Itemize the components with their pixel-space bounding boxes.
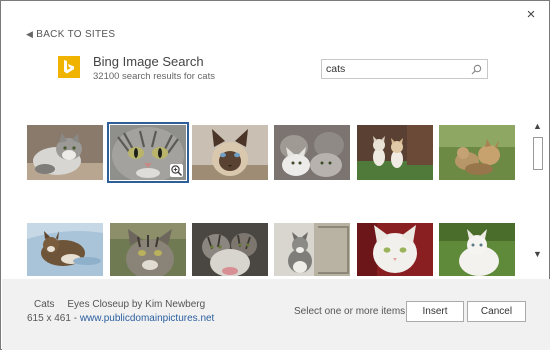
search-box[interactable] — [321, 59, 488, 79]
image-details-line1: Cats Eyes Closeup by Kim Newberg — [34, 299, 205, 310]
image-source-link[interactable]: www.publicdomainpictures.net — [80, 313, 215, 324]
result-thumbnail[interactable] — [274, 125, 350, 180]
back-label: BACK TO SITES — [36, 29, 116, 40]
details-separator: - — [70, 313, 80, 324]
image-label: Cats — [34, 299, 55, 310]
image-details-line2: 615 x 461 - www.publicdomainpictures.net — [27, 313, 214, 324]
scrollbar-thumb[interactable] — [533, 137, 543, 170]
result-thumbnail[interactable] — [27, 125, 103, 180]
provider-title: Bing Image Search — [93, 54, 204, 69]
result-thumbnail[interactable] — [439, 223, 515, 276]
result-thumbnail[interactable] — [357, 223, 433, 276]
search-icon[interactable] — [471, 64, 482, 75]
close-button[interactable]: × — [523, 7, 539, 23]
scroll-down-icon[interactable]: ▼ — [533, 249, 542, 259]
image-results-grid — [23, 113, 523, 276]
result-thumbnail[interactable] — [27, 223, 103, 276]
selection-status: Select one or more items. — [294, 306, 408, 317]
scroll-up-icon[interactable]: ▲ — [533, 121, 542, 131]
bing-logo-icon — [58, 56, 80, 78]
image-title: Eyes Closeup by Kim Newberg — [67, 299, 206, 310]
result-thumbnail[interactable] — [192, 125, 268, 180]
results-scrollbar[interactable]: ▲ ▼ — [531, 121, 545, 271]
back-to-sites-link[interactable]: ◀ BACK TO SITES — [26, 29, 115, 40]
result-thumbnail[interactable] — [107, 122, 189, 183]
result-thumbnail[interactable] — [110, 223, 186, 276]
results-summary: 32100 search results for cats — [93, 71, 215, 82]
image-dimensions: 615 x 461 — [27, 313, 71, 324]
result-thumbnail[interactable] — [274, 223, 350, 276]
insert-button[interactable]: Insert — [406, 301, 464, 322]
result-thumbnail[interactable] — [192, 223, 268, 276]
cancel-button[interactable]: Cancel — [467, 301, 526, 322]
image-search-dialog: × ◀ BACK TO SITES Bing Image Search 3210… — [0, 0, 550, 350]
search-input[interactable] — [326, 62, 466, 76]
result-thumbnail[interactable] — [439, 125, 515, 180]
zoom-icon[interactable] — [170, 164, 183, 177]
result-thumbnail[interactable] — [357, 125, 433, 180]
chevron-left-icon: ◀ — [26, 29, 34, 39]
